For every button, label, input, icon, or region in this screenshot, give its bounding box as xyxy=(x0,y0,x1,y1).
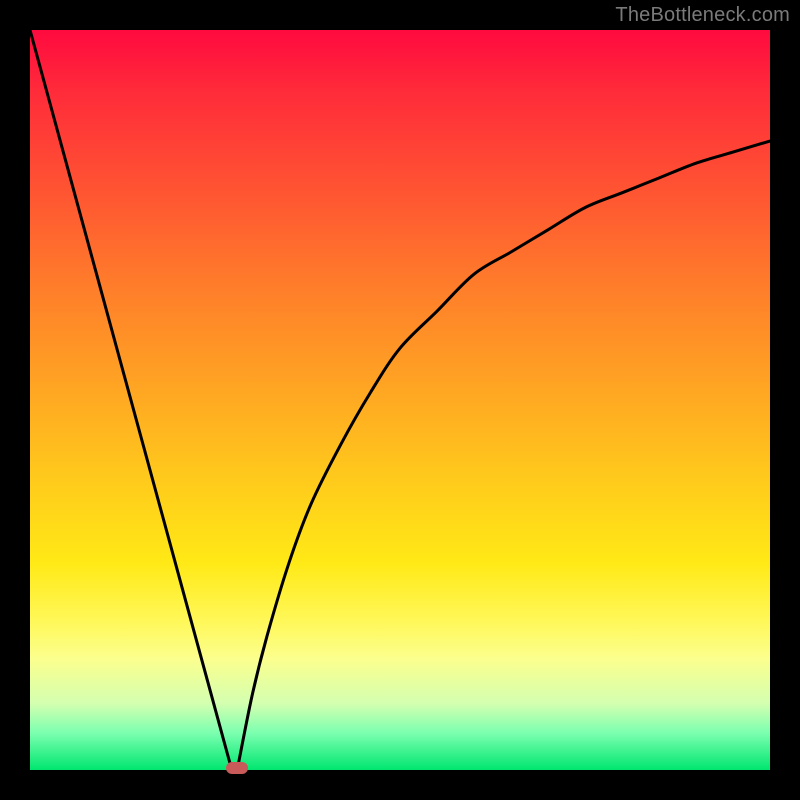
minimum-marker xyxy=(226,762,248,774)
plot-area xyxy=(30,30,770,770)
curve-left-branch xyxy=(30,30,237,770)
curve-right-branch xyxy=(237,141,770,770)
chart-frame: TheBottleneck.com xyxy=(0,0,800,800)
curve-layer xyxy=(30,30,770,770)
watermark-text: TheBottleneck.com xyxy=(615,4,790,27)
